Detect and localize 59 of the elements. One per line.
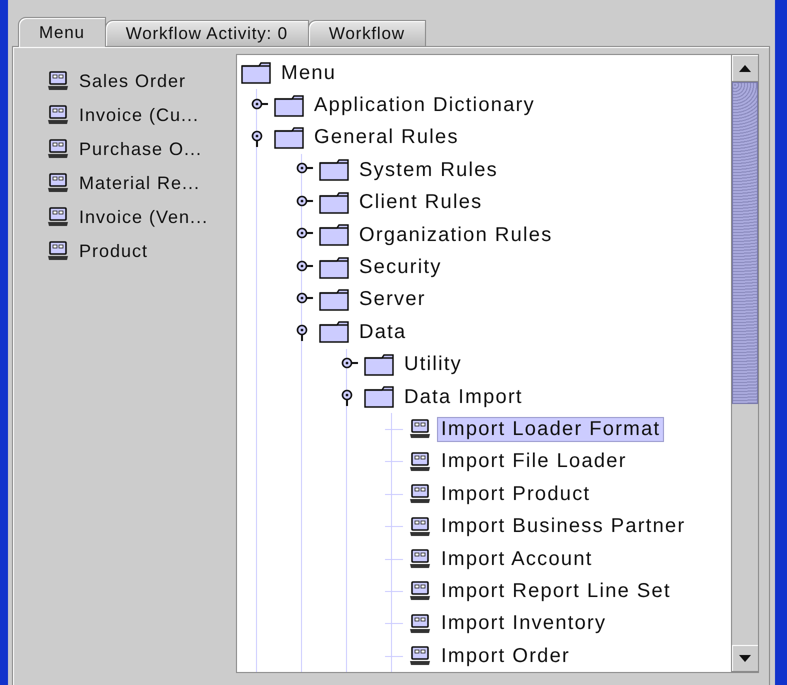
- tree-item[interactable]: Import Business Partner: [437, 514, 690, 540]
- tree-item[interactable]: Import Inventory: [437, 611, 610, 636]
- computer-icon: [47, 241, 69, 261]
- tab[interactable]: Menu: [18, 17, 106, 47]
- computer-icon: [47, 139, 69, 159]
- folder-icon: [319, 224, 349, 246]
- folder-icon: [364, 386, 394, 408]
- folder-icon: [319, 159, 349, 182]
- folder-icon: [241, 62, 271, 84]
- tree-item[interactable]: Import Account: [437, 546, 597, 572]
- scroll-up-button[interactable]: [732, 55, 758, 82]
- tree-item[interactable]: Data Import: [400, 384, 527, 410]
- folder-icon: [364, 354, 394, 376]
- computer-icon: [47, 173, 69, 193]
- folder-icon: [274, 94, 304, 117]
- shortcut-link[interactable]: Invoice (Cu...: [79, 104, 200, 126]
- folder-icon: [274, 126, 304, 149]
- tree-item[interactable]: Utility: [400, 352, 466, 378]
- computer-icon: [409, 581, 431, 602]
- computer-icon: [47, 207, 69, 227]
- tree-item[interactable]: Import Order: [437, 644, 574, 669]
- scrollbar[interactable]: [731, 55, 758, 672]
- tree-item[interactable]: Application Dictionary: [310, 93, 539, 118]
- scroll-down-button[interactable]: [732, 645, 758, 672]
- tree-item[interactable]: Server: [355, 287, 430, 312]
- computer-icon: [409, 419, 431, 440]
- tree-item[interactable]: Import Product: [437, 482, 594, 507]
- computer-icon: [47, 71, 69, 91]
- tab[interactable]: Workflow: [308, 20, 426, 47]
- tab[interactable]: Workflow Activity: 0: [104, 20, 309, 47]
- computer-icon: [47, 105, 69, 125]
- shortcut-link[interactable]: Invoice (Ven...: [79, 206, 208, 228]
- shortcut-link[interactable]: Material Re...: [79, 172, 200, 194]
- shortcut-link[interactable]: Purchase O...: [79, 138, 202, 160]
- up-arrow-icon: [739, 64, 751, 72]
- tree-item[interactable]: Import Report Line Set: [437, 578, 675, 604]
- computer-icon: [409, 484, 431, 504]
- computer-icon: [409, 452, 431, 472]
- shortcut-link[interactable]: Sales Order: [79, 70, 186, 92]
- tree-item[interactable]: General Rules: [310, 125, 463, 150]
- computer-icon: [409, 516, 431, 537]
- folder-icon: [319, 288, 349, 311]
- folder-icon: [319, 256, 349, 279]
- computer-icon: [409, 549, 431, 570]
- down-arrow-icon: [739, 654, 751, 662]
- tree-item[interactable]: Menu: [277, 60, 340, 86]
- scroll-thumb[interactable]: [732, 82, 758, 404]
- folder-icon: [319, 321, 349, 344]
- computer-icon: [409, 614, 431, 634]
- tree-item[interactable]: System Rules: [355, 158, 502, 183]
- tree-item[interactable]: Data: [355, 320, 410, 345]
- shortcut-link[interactable]: Product: [79, 240, 148, 262]
- folder-icon: [319, 192, 349, 214]
- tree-item[interactable]: Import File Loader: [437, 449, 631, 474]
- tree-item[interactable]: Organization Rules: [355, 222, 556, 248]
- computer-icon: [409, 646, 431, 666]
- tree-item[interactable]: Security: [355, 255, 446, 280]
- tree-item[interactable]: Client Rules: [355, 190, 486, 216]
- tree-item[interactable]: Import Loader Format: [437, 416, 664, 442]
